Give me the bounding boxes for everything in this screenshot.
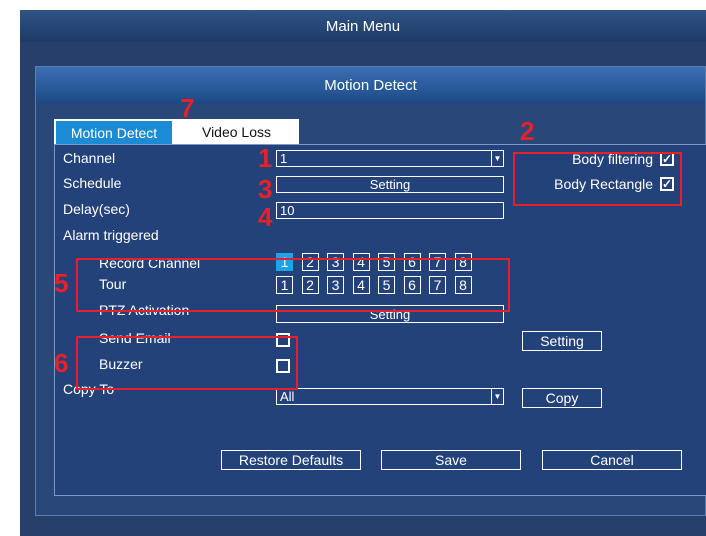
save-button[interactable]: Save (381, 450, 521, 470)
delay-label: Delay(sec) (63, 201, 130, 217)
restore-defaults-button[interactable]: Restore Defaults (221, 450, 361, 470)
callout-box-channels (76, 258, 510, 312)
callout-box-body-options (513, 152, 682, 206)
copy-to-value: All (280, 389, 295, 404)
channel-label: Channel (63, 150, 116, 166)
tab-motion-detect[interactable]: Motion Detect (54, 119, 174, 144)
main-menu-title: Main Menu (20, 10, 706, 42)
callout-number-3: 3 (258, 174, 273, 204)
channel-value: 1 (280, 151, 288, 166)
dialog-title: Motion Detect (36, 67, 705, 103)
chevron-down-icon[interactable]: ▼ (491, 389, 503, 404)
callout-number-6: 6 (54, 348, 69, 378)
schedule-setting-button[interactable]: Setting (276, 176, 504, 193)
callout-number-1: 1 (258, 143, 273, 173)
copy-to-select[interactable]: All ▼ (276, 388, 504, 405)
callout-number-7: 7 (180, 93, 195, 123)
callout-number-4: 4 (258, 202, 273, 232)
alarm-triggered-label: Alarm triggered (63, 227, 159, 243)
cancel-button[interactable]: Cancel (542, 450, 682, 470)
delay-input[interactable]: 10 (276, 202, 504, 219)
callout-number-5: 5 (54, 268, 69, 298)
callout-box-notifications (76, 336, 298, 390)
channel-select[interactable]: 1 ▼ (276, 150, 504, 167)
copy-button[interactable]: Copy (522, 388, 602, 408)
chevron-down-icon[interactable]: ▼ (491, 151, 503, 166)
schedule-label: Schedule (63, 175, 122, 191)
callout-number-2: 2 (520, 116, 535, 146)
email-setting-button[interactable]: Setting (522, 331, 602, 351)
